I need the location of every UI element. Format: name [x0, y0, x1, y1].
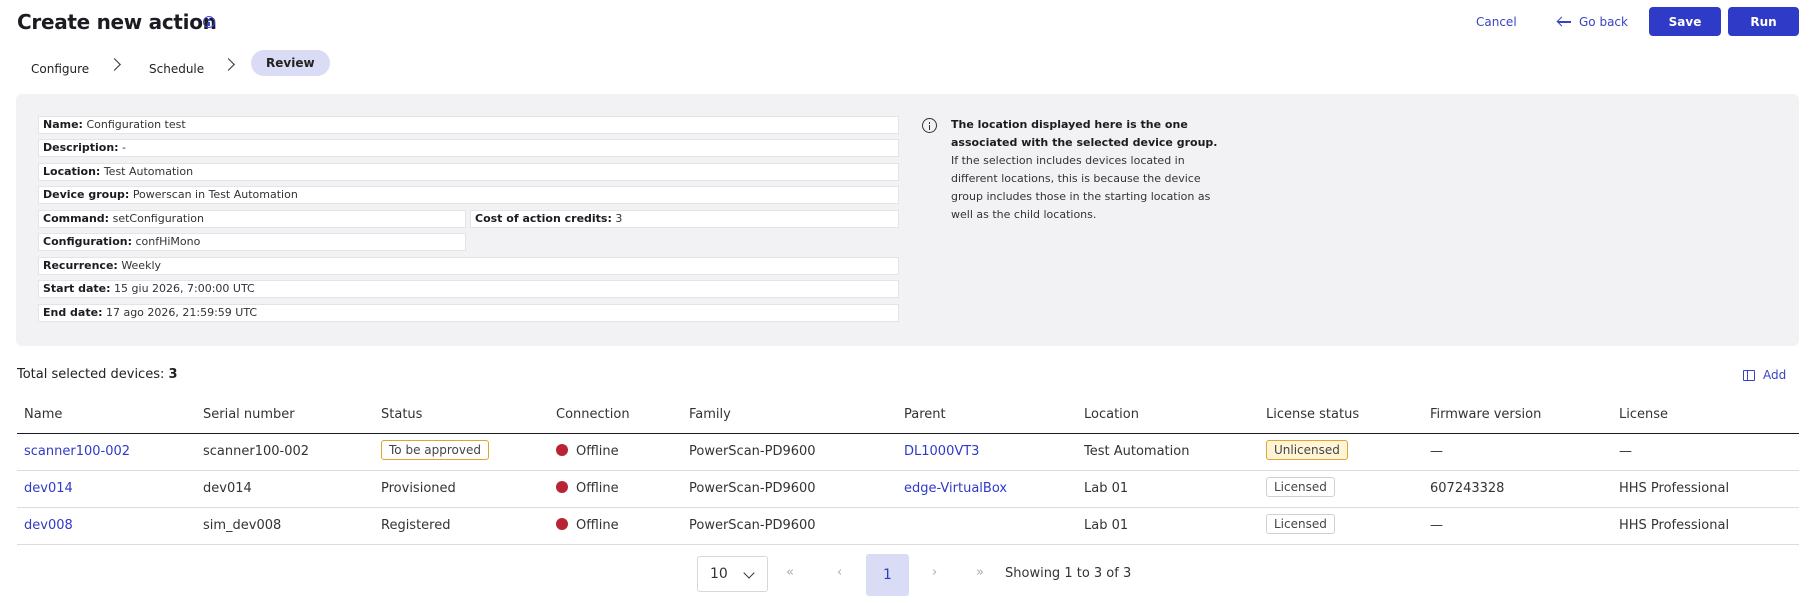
- page-1-button[interactable]: 1: [866, 554, 909, 596]
- license-status-badge: Licensed: [1266, 514, 1335, 534]
- serial-number: scanner100-002: [203, 444, 310, 459]
- connection-status: Offline: [556, 481, 619, 496]
- columns-icon: [1743, 369, 1755, 381]
- table-row: scanner100-002 scanner100-002 To be appr…: [17, 434, 1799, 471]
- page-title: Create new action: [17, 10, 217, 34]
- next-page-button[interactable]: ›: [932, 565, 937, 580]
- col-status[interactable]: Status: [381, 407, 422, 422]
- firmware-version: —: [1430, 444, 1443, 459]
- step-review[interactable]: Review: [251, 50, 330, 76]
- col-name[interactable]: Name: [24, 407, 62, 422]
- step-schedule[interactable]: Schedule: [149, 56, 204, 82]
- first-page-button[interactable]: «: [786, 565, 794, 580]
- family: PowerScan-PD9600: [689, 444, 816, 459]
- chevron-right-icon: [108, 58, 121, 71]
- table-header: Name Serial number Status Connection Fam…: [17, 399, 1799, 434]
- summary-start-date: Start date: 15 giu 2026, 7:00:00 UTC: [38, 280, 899, 298]
- summary-panel: Name: Configuration test Description: - …: [16, 94, 1799, 346]
- page-size-value: 10: [710, 566, 728, 582]
- col-parent[interactable]: Parent: [904, 407, 946, 422]
- summary-cost: Cost of action credits: 3: [470, 210, 899, 228]
- license: —: [1619, 444, 1632, 459]
- go-back-button[interactable]: Go back: [1557, 15, 1628, 29]
- summary-end-date: End date: 17 ago 2026, 21:59:59 UTC: [38, 304, 899, 322]
- add-columns-button[interactable]: Add: [1743, 368, 1786, 382]
- table-row: dev008 sim_dev008 Registered Offline Pow…: [17, 508, 1799, 545]
- summary-description: Description: -: [38, 139, 899, 157]
- location-note: The location displayed here is the one a…: [951, 116, 1221, 224]
- location: Test Automation: [1084, 444, 1190, 459]
- device-name-link[interactable]: scanner100-002: [24, 444, 130, 459]
- offline-dot-icon: [556, 444, 568, 456]
- chevron-right-icon: [222, 58, 235, 71]
- col-family[interactable]: Family: [689, 407, 731, 422]
- page-size-select[interactable]: 10: [697, 556, 768, 592]
- firmware-version: 607243328: [1430, 481, 1505, 496]
- status-text: Provisioned: [381, 481, 456, 496]
- firmware-version: —: [1430, 518, 1443, 533]
- step-configure[interactable]: Configure: [31, 56, 89, 82]
- info-icon: [922, 118, 937, 133]
- serial-number: dev014: [203, 481, 252, 496]
- chevron-down-icon: [743, 567, 755, 579]
- license-status-badge: Licensed: [1266, 477, 1335, 497]
- offline-dot-icon: [556, 481, 568, 493]
- col-location[interactable]: Location: [1084, 407, 1139, 422]
- location: Lab 01: [1084, 518, 1129, 533]
- location-note-text: If the selection includes devices locate…: [951, 154, 1211, 221]
- serial-number: sim_dev008: [203, 518, 282, 533]
- license: HHS Professional: [1619, 481, 1730, 496]
- family: PowerScan-PD9600: [689, 481, 816, 496]
- license: HHS Professional: [1619, 518, 1730, 533]
- status-text: Registered: [381, 518, 451, 533]
- connection-status: Offline: [556, 518, 619, 533]
- connection-status: Offline: [556, 444, 619, 459]
- summary-configuration: Configuration: confHiMono: [38, 233, 466, 251]
- col-serial-number[interactable]: Serial number: [203, 407, 295, 422]
- table-row: dev014 dev014 Provisioned Offline PowerS…: [17, 471, 1799, 508]
- device-name-link[interactable]: dev008: [24, 518, 73, 533]
- arrow-left-icon: [1557, 16, 1571, 28]
- run-button[interactable]: Run: [1728, 7, 1799, 36]
- family: PowerScan-PD9600: [689, 518, 816, 533]
- summary-command: Command: setConfiguration: [38, 210, 466, 228]
- license-status-badge: Unlicensed: [1266, 440, 1348, 460]
- col-connection[interactable]: Connection: [556, 407, 630, 422]
- summary-location: Location: Test Automation: [38, 163, 899, 181]
- summary-name: Name: Configuration test: [38, 116, 899, 134]
- location: Lab 01: [1084, 481, 1129, 496]
- last-page-button[interactable]: »: [976, 565, 984, 580]
- summary-device-group: Device group: Powerscan in Test Automati…: [38, 186, 899, 204]
- col-license[interactable]: License: [1619, 407, 1668, 422]
- add-label: Add: [1763, 368, 1787, 382]
- col-firmware-version[interactable]: Firmware version: [1430, 407, 1541, 422]
- info-icon[interactable]: [203, 16, 215, 28]
- status-badge: To be approved: [381, 440, 489, 460]
- showing-text: Showing 1 to 3 of 3: [1005, 566, 1132, 581]
- col-license-status[interactable]: License status: [1266, 407, 1359, 422]
- offline-dot-icon: [556, 518, 568, 530]
- summary-recurrence: Recurrence: Weekly: [38, 257, 899, 275]
- location-note-title: The location displayed here is the one a…: [951, 118, 1218, 149]
- devices-table: Name Serial number Status Connection Fam…: [17, 399, 1799, 545]
- go-back-label: Go back: [1579, 15, 1628, 29]
- cancel-button[interactable]: Cancel: [1476, 15, 1517, 29]
- parent-link[interactable]: DL1000VT3: [904, 444, 979, 459]
- prev-page-button[interactable]: ‹: [837, 565, 842, 580]
- device-name-link[interactable]: dev014: [24, 481, 73, 496]
- total-selected-devices: Total selected devices: 3: [17, 367, 178, 382]
- parent-link[interactable]: edge-VirtualBox: [904, 481, 1007, 496]
- save-button[interactable]: Save: [1649, 7, 1721, 36]
